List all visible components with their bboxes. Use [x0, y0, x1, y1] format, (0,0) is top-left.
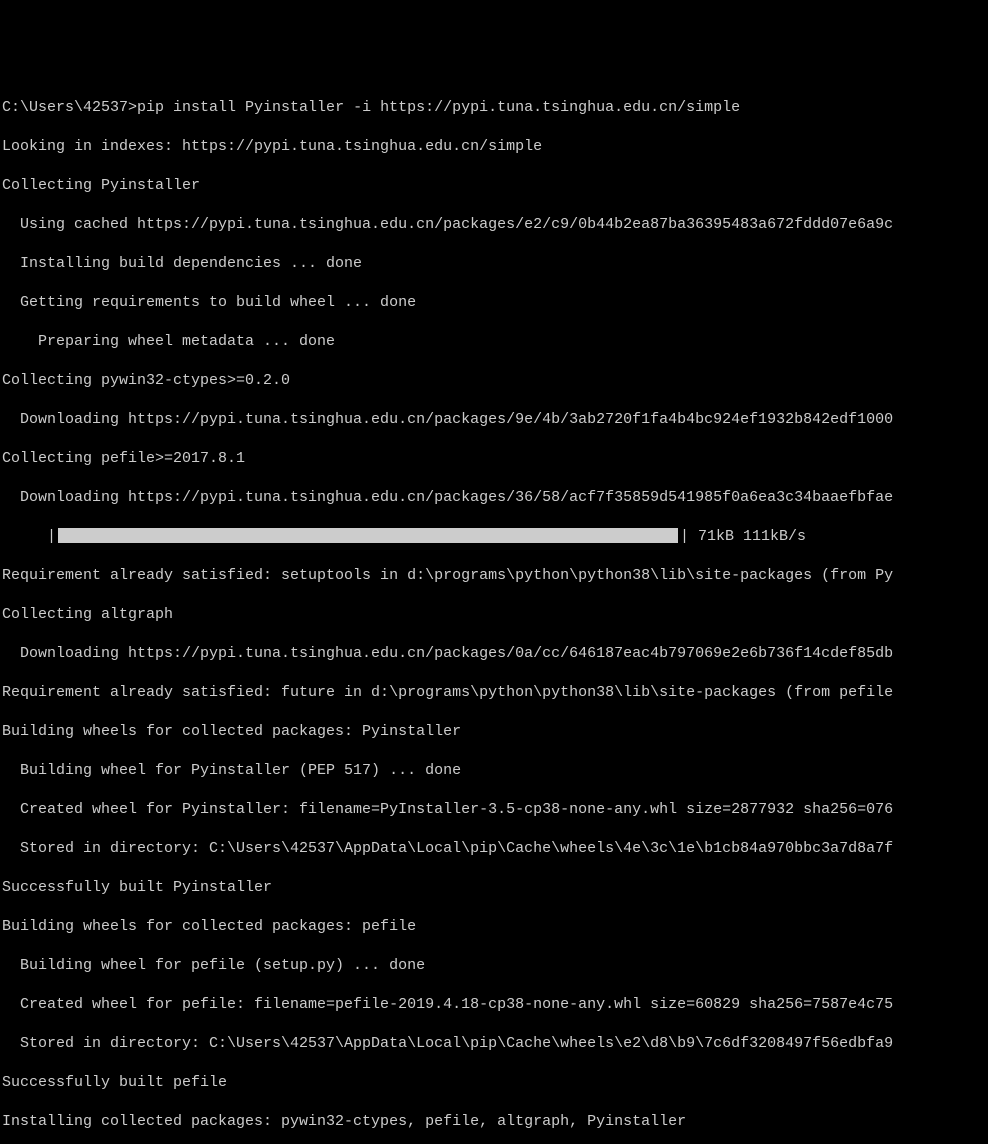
output-line: Stored in directory: C:\Users\42537\AppD…	[2, 839, 986, 859]
output-line: Building wheel for Pyinstaller (PEP 517)…	[2, 761, 986, 781]
output-line: Preparing wheel metadata ... done	[2, 332, 986, 352]
output-line: Stored in directory: C:\Users\42537\AppD…	[2, 1034, 986, 1054]
progress-prefix: |	[2, 528, 56, 545]
output-line: Created wheel for Pyinstaller: filename=…	[2, 800, 986, 820]
progress-bar	[58, 528, 678, 543]
output-line: Successfully built Pyinstaller	[2, 878, 986, 898]
output-line: Building wheel for pefile (setup.py) ...…	[2, 956, 986, 976]
prompt: C:\Users\42537>	[2, 99, 137, 116]
output-line: Downloading https://pypi.tuna.tsinghua.e…	[2, 644, 986, 664]
output-line: Building wheels for collected packages: …	[2, 722, 986, 742]
prompt-line[interactable]: C:\Users\42537>pip install Pyinstaller -…	[2, 98, 986, 118]
progress-line: | | 71kB 111kB/s	[2, 527, 986, 547]
terminal-output: C:\Users\42537>pip install Pyinstaller -…	[0, 78, 988, 1144]
output-line: Collecting pefile>=2017.8.1	[2, 449, 986, 469]
output-line: Collecting pywin32-ctypes>=0.2.0	[2, 371, 986, 391]
output-line: Requirement already satisfied: future in…	[2, 683, 986, 703]
output-line: Downloading https://pypi.tuna.tsinghua.e…	[2, 410, 986, 430]
output-line: Created wheel for pefile: filename=pefil…	[2, 995, 986, 1015]
output-line: Successfully built pefile	[2, 1073, 986, 1093]
output-line: Installing build dependencies ... done	[2, 254, 986, 274]
output-line: Requirement already satisfied: setuptool…	[2, 566, 986, 586]
output-line: Installing collected packages: pywin32-c…	[2, 1112, 986, 1132]
output-line: Collecting Pyinstaller	[2, 176, 986, 196]
output-line: Looking in indexes: https://pypi.tuna.ts…	[2, 137, 986, 157]
output-line: Using cached https://pypi.tuna.tsinghua.…	[2, 215, 986, 235]
output-line: Downloading https://pypi.tuna.tsinghua.e…	[2, 488, 986, 508]
progress-suffix: |	[680, 528, 689, 545]
output-line: Building wheels for collected packages: …	[2, 917, 986, 937]
output-line: Collecting altgraph	[2, 605, 986, 625]
progress-stats: 71kB 111kB/s	[689, 528, 806, 545]
output-line: Getting requirements to build wheel ... …	[2, 293, 986, 313]
command-text: pip install Pyinstaller -i https://pypi.…	[137, 99, 740, 116]
